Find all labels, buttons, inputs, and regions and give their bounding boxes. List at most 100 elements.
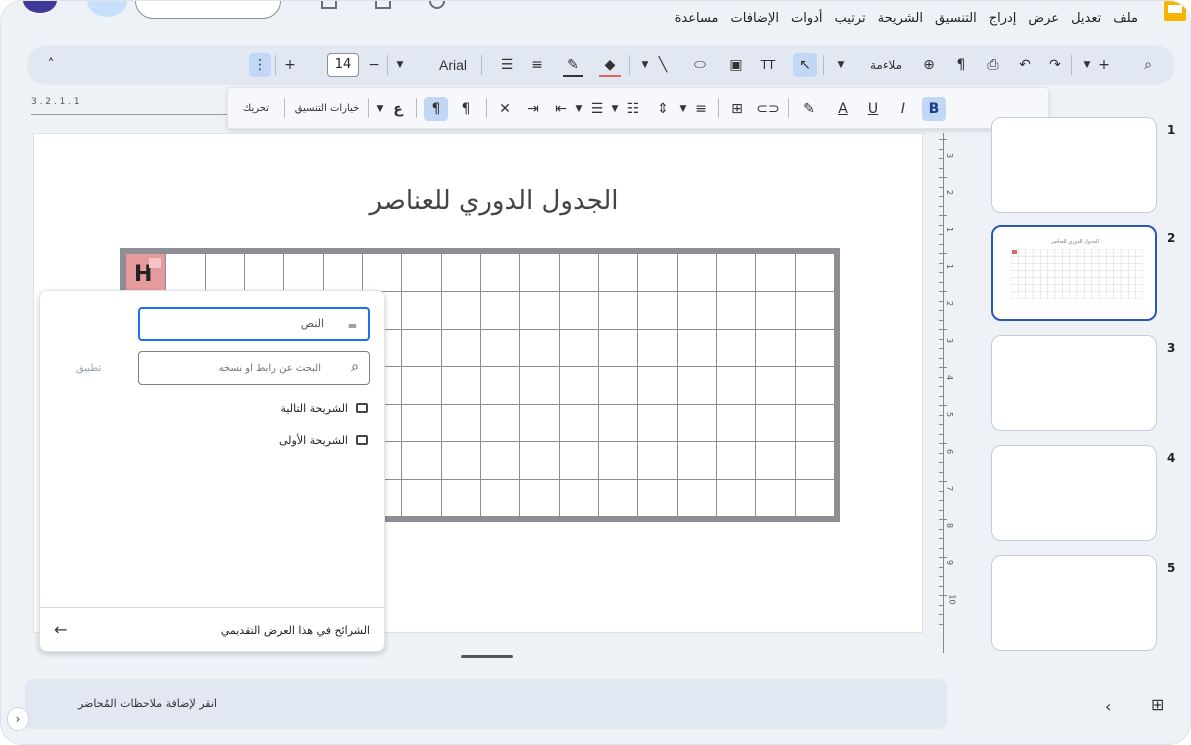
slide-thumbnail-4[interactable] xyxy=(991,445,1157,541)
line-icon[interactable]: ╲ xyxy=(653,53,673,77)
font-size-input[interactable]: 14 xyxy=(327,53,359,77)
notes-placeholder: انقر لإضافة ملاحظات المُحاضر xyxy=(78,697,217,710)
menu-insert[interactable]: إدراج xyxy=(989,11,1017,33)
new-slide-icon[interactable]: + xyxy=(1095,53,1113,77)
slide-thumbnail-1[interactable] xyxy=(991,117,1157,213)
print-icon[interactable]: ⎙ xyxy=(983,53,1003,77)
speaker-notes[interactable]: انقر لإضافة ملاحظات المُحاضر xyxy=(25,679,947,729)
arabic-input-button[interactable]: ع xyxy=(388,97,408,121)
ruler-label: 2 xyxy=(945,300,955,307)
insert-comment-icon[interactable]: ⊞ xyxy=(726,97,748,121)
redo-icon[interactable]: ↷ xyxy=(1045,53,1065,77)
ruler-label: 1 xyxy=(945,226,955,233)
bulleted-list-dropdown-icon[interactable]: ▼ xyxy=(610,97,620,121)
cell-dropdown-icon[interactable] xyxy=(149,258,161,268)
menu-tools[interactable]: أدوات xyxy=(791,11,823,33)
ruler-label: 7 xyxy=(945,485,955,492)
ruler-label: 4 xyxy=(945,374,955,381)
line-spacing-icon[interactable]: ⇕ xyxy=(652,97,674,121)
font-dropdown-icon[interactable]: ▼ xyxy=(393,53,407,77)
chevron-up-icon[interactable]: ˄ xyxy=(41,53,61,77)
increase-indent-icon[interactable]: ⇥ xyxy=(522,97,544,121)
bold-button[interactable]: B xyxy=(922,97,946,121)
clear-formatting-icon[interactable]: ✕ xyxy=(494,97,516,121)
slide-title[interactable]: الجدول الدوري للعناصر xyxy=(334,186,654,230)
hydrogen-cell[interactable]: H xyxy=(126,254,165,292)
link-text-value: النص xyxy=(300,317,324,330)
menu-addons[interactable]: الإضافات xyxy=(731,11,779,33)
paint-format-icon[interactable]: ¶ xyxy=(951,53,971,77)
new-slide-dropdown-icon[interactable]: ▼ xyxy=(1081,53,1093,77)
link-search-field[interactable]: ⌕ xyxy=(138,351,370,385)
language-dropdown-icon[interactable]: ▼ xyxy=(374,97,386,121)
slide-icon xyxy=(356,403,368,413)
meet-icon[interactable] xyxy=(375,1,391,9)
ltr-paragraph-icon[interactable]: ¶ xyxy=(454,97,478,121)
notes-resize-handle[interactable] xyxy=(461,655,513,658)
menu-slide[interactable]: الشريحة xyxy=(878,11,923,33)
chevron-right-icon[interactable]: › xyxy=(7,707,29,731)
border-color-icon[interactable]: ✎ xyxy=(563,53,583,77)
slide-thumbnail-2[interactable]: الجدول الدوري للعناصر xyxy=(991,225,1157,321)
menu-view[interactable]: عرض xyxy=(1028,11,1059,33)
ruler-label: 3 xyxy=(945,152,955,159)
zoom-icon[interactable]: ⊕ xyxy=(919,53,939,77)
move-button[interactable]: تحريك xyxy=(238,97,274,121)
avatar[interactable] xyxy=(23,1,57,13)
zoom-fit-button[interactable]: ملاءمة xyxy=(863,53,909,77)
fill-color-icon[interactable]: ◆ xyxy=(599,53,621,77)
comment-icon[interactable] xyxy=(321,1,337,9)
select-cursor-icon[interactable]: ↖ xyxy=(793,53,817,77)
bulleted-list-icon[interactable]: ☷ xyxy=(622,97,644,121)
option-first-slide[interactable]: الشريحة الأولى xyxy=(279,429,368,451)
decrease-indent-icon[interactable]: ⇤ xyxy=(550,97,572,121)
grid-view-icon[interactable]: ⊞ xyxy=(1151,695,1164,714)
chevron-left-icon[interactable]: ‹ xyxy=(1105,697,1111,716)
present-button[interactable] xyxy=(87,1,127,17)
align-right-icon[interactable]: ≡ xyxy=(690,97,712,121)
undo-icon[interactable]: ↶ xyxy=(1015,53,1035,77)
decrease-font-button[interactable]: − xyxy=(365,53,383,77)
history-icon[interactable] xyxy=(429,1,445,9)
numbered-list-dropdown-icon[interactable]: ▼ xyxy=(574,97,584,121)
italic-button[interactable]: I xyxy=(892,97,914,121)
menu-file[interactable]: ملف xyxy=(1113,11,1138,33)
border-weight-icon[interactable]: ≡ xyxy=(527,53,547,77)
menu-bar: ملف تعديل عرض إدراج التنسيق الشريحة ترتي… xyxy=(675,11,1138,33)
menu-edit[interactable]: تعديل xyxy=(1071,11,1101,33)
text-color-button[interactable]: A xyxy=(832,97,854,121)
image-icon[interactable]: ▣ xyxy=(725,53,747,77)
text-box-icon[interactable]: TT xyxy=(757,53,779,77)
menu-help[interactable]: مساعدة xyxy=(675,11,719,33)
more-vertical-icon[interactable]: ⋮ xyxy=(249,53,271,77)
slide-thumbnail-3[interactable] xyxy=(991,335,1157,431)
border-dash-icon[interactable]: ☰ xyxy=(497,53,517,77)
line-dropdown-icon[interactable]: ▼ xyxy=(639,53,651,77)
highlight-color-icon[interactable]: ✎ xyxy=(798,97,820,121)
menu-format[interactable]: التنسيق xyxy=(935,11,977,33)
slides-in-presentation-row[interactable]: الشرائح في هذا العرض التقديمي ← xyxy=(40,607,386,653)
numbered-list-icon[interactable]: ☰ xyxy=(586,97,608,121)
option-next-slide[interactable]: الشريحة التالية xyxy=(280,397,368,419)
share-button[interactable] xyxy=(135,1,281,19)
align-dropdown-icon[interactable]: ▼ xyxy=(678,97,688,121)
increase-font-button[interactable]: + xyxy=(281,53,299,77)
link-search-input[interactable] xyxy=(145,358,321,378)
arrow-back-icon[interactable]: ← xyxy=(54,620,67,639)
format-options-button[interactable]: خيارات التنسيق xyxy=(292,97,362,121)
text-lines-icon: ═ xyxy=(348,319,356,333)
slide-number: 2 xyxy=(1167,231,1176,245)
zoom-dropdown-icon[interactable]: ▼ xyxy=(835,53,847,77)
apply-button[interactable]: تطبيق xyxy=(76,363,101,374)
font-family-select[interactable]: Arial xyxy=(431,53,475,77)
menu-arrange[interactable]: ترتيب xyxy=(835,11,866,33)
rtl-paragraph-icon[interactable]: ¶ xyxy=(424,97,448,121)
link-text-field[interactable]: النص ═ xyxy=(138,307,370,341)
underline-button[interactable]: U xyxy=(862,97,884,121)
slide-thumbnail-5[interactable] xyxy=(991,555,1157,651)
link-icon[interactable]: ⊂⊃ xyxy=(756,97,780,121)
search-menus-icon[interactable]: ⌕ xyxy=(1137,53,1159,77)
ruler-label: 2 xyxy=(945,189,955,196)
shape-icon[interactable]: ⬭ xyxy=(689,53,711,77)
option-label: الشريحة التالية xyxy=(280,401,349,415)
